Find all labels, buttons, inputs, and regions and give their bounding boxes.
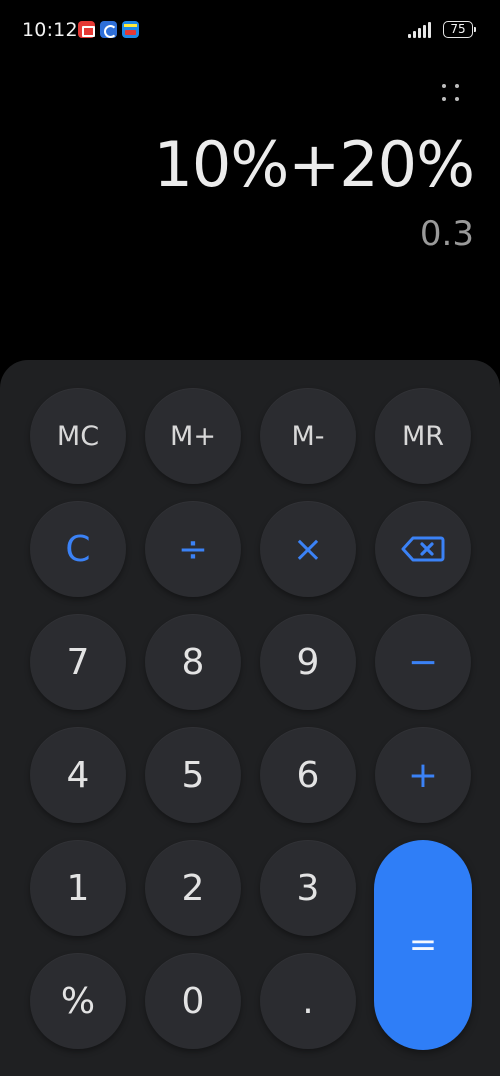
divide-button[interactable]: ÷ — [145, 501, 241, 597]
key-label: 4 — [66, 754, 90, 796]
red-app-icon — [78, 21, 95, 38]
key-label: MC — [56, 420, 100, 452]
news-app-icon — [122, 21, 139, 38]
decimal-point-button[interactable]: . — [260, 953, 356, 1049]
clear-button[interactable]: C — [30, 501, 126, 597]
multiply-button[interactable]: × — [260, 501, 356, 597]
expression-display: 10%+20% — [153, 128, 475, 201]
digit-5-button[interactable]: 5 — [145, 727, 241, 823]
status-bar: 10:12 75 — [0, 0, 500, 60]
key-label: 3 — [296, 867, 320, 909]
key-label: 0 — [181, 980, 205, 1022]
memory-recall-button[interactable]: MR — [375, 388, 471, 484]
battery-icon: 75 — [443, 21, 476, 38]
add-button[interactable]: + — [375, 727, 471, 823]
key-label: 9 — [296, 641, 320, 683]
status-time: 10:12 — [22, 19, 78, 41]
key-label: = — [408, 925, 438, 965]
key-label: % — [60, 980, 96, 1022]
key-label: 6 — [296, 754, 320, 796]
percent-button[interactable]: % — [30, 953, 126, 1049]
digit-8-button[interactable]: 8 — [145, 614, 241, 710]
digit-6-button[interactable]: 6 — [260, 727, 356, 823]
key-label: M- — [291, 420, 325, 452]
key-label: − — [407, 641, 439, 683]
subtract-button[interactable]: − — [375, 614, 471, 710]
keypad: MC M+ M- MR C ÷ × 7 8 9 − 4 5 6 + 1 2 3 … — [0, 360, 500, 1076]
blue-app-icon — [100, 21, 117, 38]
key-label: 1 — [66, 867, 90, 909]
backspace-icon — [401, 536, 445, 562]
key-label: × — [292, 528, 324, 570]
result-display: 0.3 — [419, 214, 474, 254]
digit-0-button[interactable]: 0 — [145, 953, 241, 1049]
key-label: MR — [401, 420, 445, 452]
memory-add-button[interactable]: M+ — [145, 388, 241, 484]
digit-9-button[interactable]: 9 — [260, 614, 356, 710]
battery-level: 75 — [450, 22, 466, 36]
key-label: . — [302, 980, 314, 1022]
signal-icon — [408, 22, 436, 38]
key-label: + — [407, 754, 439, 796]
key-label: M+ — [170, 420, 216, 452]
calculator-screen: 10:12 75 10%+20% 0.3 MC M+ M- MR C ÷ × 7… — [0, 0, 500, 1076]
equals-button[interactable]: = — [374, 840, 472, 1050]
more-options-icon[interactable] — [438, 80, 464, 106]
memory-subtract-button[interactable]: M- — [260, 388, 356, 484]
backspace-button[interactable] — [375, 501, 471, 597]
key-label: ÷ — [177, 528, 209, 570]
digit-1-button[interactable]: 1 — [30, 840, 126, 936]
digit-7-button[interactable]: 7 — [30, 614, 126, 710]
memory-clear-button[interactable]: MC — [30, 388, 126, 484]
digit-2-button[interactable]: 2 — [145, 840, 241, 936]
key-label: 2 — [181, 867, 205, 909]
key-label: 7 — [66, 641, 90, 683]
digit-4-button[interactable]: 4 — [30, 727, 126, 823]
digit-3-button[interactable]: 3 — [260, 840, 356, 936]
key-label: 8 — [181, 641, 205, 683]
key-label: 5 — [181, 754, 205, 796]
key-label: C — [65, 528, 91, 570]
